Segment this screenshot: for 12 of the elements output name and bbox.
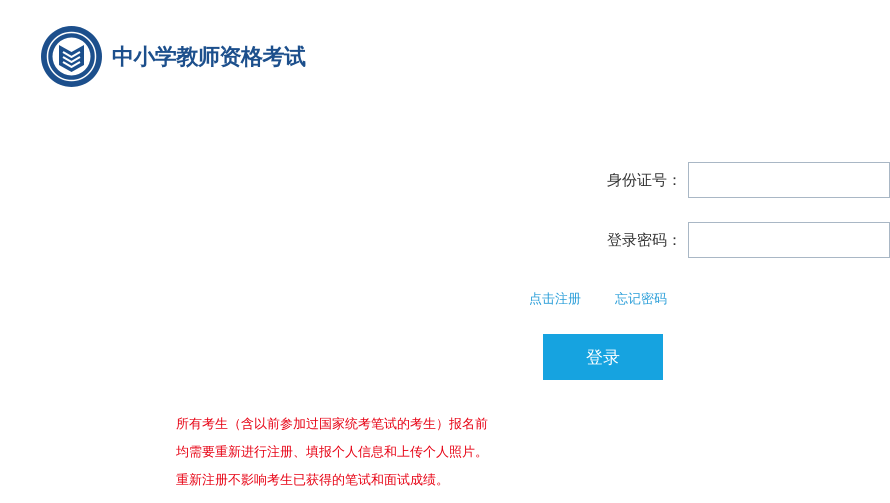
input-field[interactable] — [688, 162, 890, 198]
input-field[interactable] — [688, 222, 890, 258]
logo-icon — [40, 25, 103, 88]
notice-text: 所有考生（含以前参加过国家统考笔试的考生）报名前 — [176, 416, 489, 433]
login-button[interactable]: 登录 — [543, 334, 663, 380]
field-label: 登录密码： — [607, 230, 682, 250]
text-link[interactable]: 忘记密码 — [615, 290, 667, 308]
text-link[interactable]: 点击注册 — [529, 290, 581, 308]
notice-text: 均需要重新进行注册、填报个人信息和上传个人照片。 — [176, 444, 489, 461]
notice-text: 重新注册不影响考生已获得的笔试和面试成绩。 — [176, 472, 450, 489]
site-title: 中小学教师资格考试 — [112, 44, 306, 72]
field-label: 身份证号： — [607, 170, 682, 190]
